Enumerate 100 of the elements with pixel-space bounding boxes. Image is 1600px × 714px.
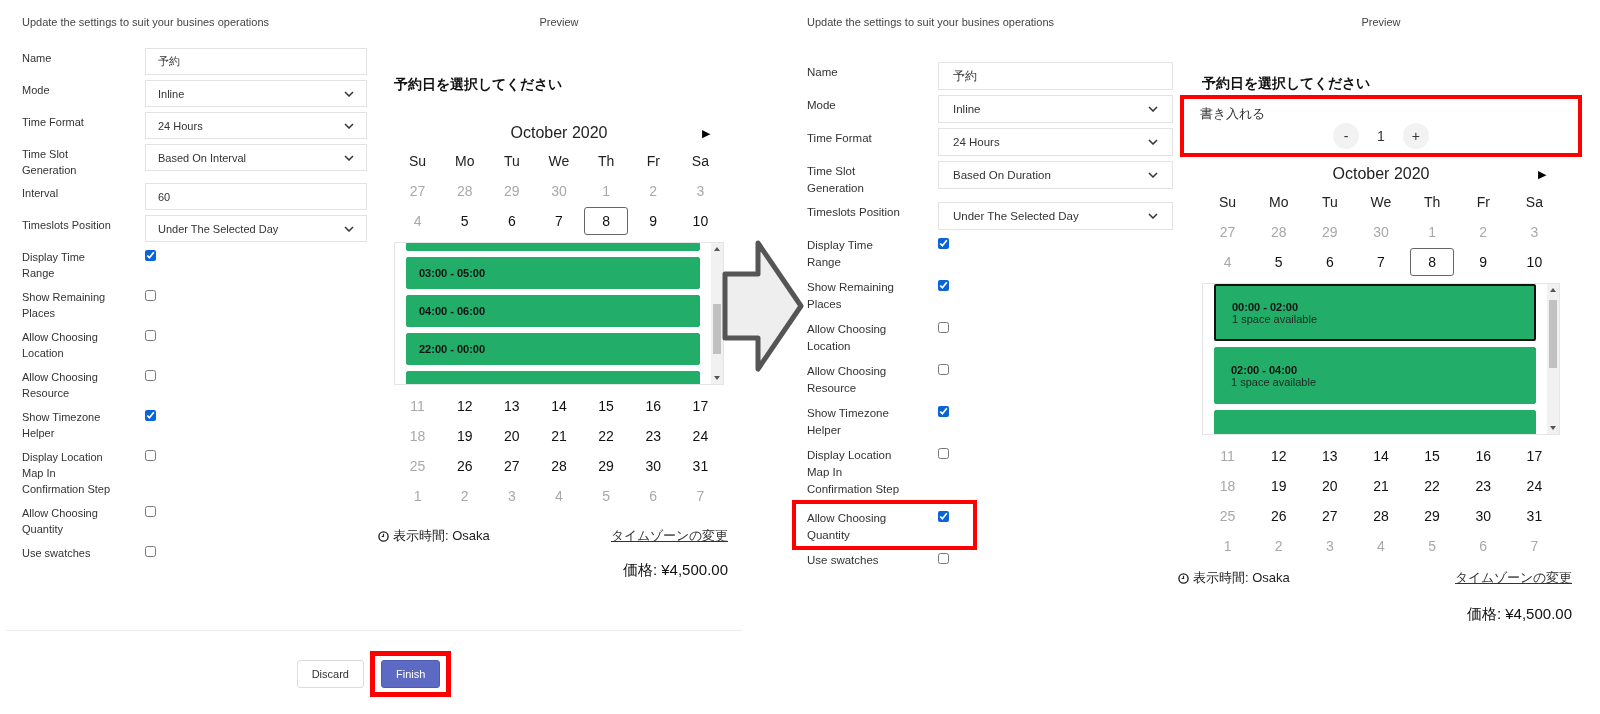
calendar-day[interactable]: 29 [1410,502,1455,530]
checkbox[interactable] [145,450,156,461]
dropdown[interactable]: Inline [938,95,1173,123]
calendar-day[interactable]: 15 [1410,442,1455,470]
discard-button[interactable]: Discard [296,659,364,688]
calendar-day[interactable]: 20 [1307,472,1352,500]
calendar-day[interactable]: 19 [1256,472,1301,500]
next-month-button[interactable]: ▶ [702,126,710,140]
calendar-day[interactable]: 17 [1512,442,1557,470]
calendar-day[interactable]: 9 [1461,248,1506,276]
calendar-day[interactable]: 5 [442,207,487,235]
calendar-day[interactable]: 9 [631,207,676,235]
calendar-day[interactable]: 22 [1410,472,1455,500]
checkbox[interactable] [938,406,949,417]
checkbox[interactable] [938,322,949,333]
checkbox[interactable] [938,553,949,564]
calendar-day[interactable]: 5 [1256,248,1301,276]
chevron-down-icon [1148,172,1158,178]
calendar-day[interactable]: 14 [537,392,581,420]
calendar-day[interactable]: 20 [489,422,534,450]
checkbox[interactable] [938,364,949,375]
checkbox[interactable] [145,546,156,557]
calendar-day[interactable]: 27 [1307,502,1352,530]
scroll-down-icon[interactable] [714,376,720,380]
scrollbar[interactable] [1547,284,1559,434]
checkbox[interactable] [145,410,156,421]
calendar-day[interactable]: 30 [631,452,676,480]
calendar-day[interactable]: 15 [584,392,629,420]
calendar-day[interactable]: 6 [1307,248,1352,276]
next-month-button[interactable]: ▶ [1538,167,1546,181]
calendar-day[interactable]: 12 [1256,442,1301,470]
calendar-day[interactable]: 24 [1512,472,1557,500]
calendar-day[interactable]: 29 [584,452,629,480]
dropdown[interactable]: 24 Hours [938,128,1173,156]
scrollbar[interactable] [711,243,723,384]
checkbox[interactable] [145,250,156,261]
checkbox[interactable] [938,511,949,522]
timeslot-button[interactable]: 02:00 - 04:00 1 space available [1214,347,1536,404]
checkbox[interactable] [938,448,949,459]
booking-title: 予約日を選択してください [1202,75,1371,93]
checkbox[interactable] [938,238,949,249]
calendar-day[interactable]: 13 [489,392,534,420]
timeslot-button[interactable]: 00:00 - 02:00 1 space available [1214,284,1536,341]
calendar-day[interactable]: 23 [631,422,676,450]
dropdown[interactable]: Based On Duration [938,161,1173,189]
calendar-day[interactable]: 23 [1461,472,1506,500]
calendar-day[interactable]: 22 [584,422,629,450]
scroll-down-icon[interactable] [1550,426,1556,430]
checkbox[interactable] [145,330,156,341]
calendar-day[interactable]: 14 [1359,442,1403,470]
calendar-day[interactable]: 16 [631,392,676,420]
calendar-day[interactable]: 21 [1359,472,1403,500]
checkbox[interactable] [145,290,156,301]
decrement-button[interactable]: - [1333,123,1360,149]
checkbox[interactable] [145,506,156,517]
checkbox[interactable] [938,280,949,291]
calendar-day[interactable]: 24 [678,422,723,450]
change-timezone-link[interactable]: タイムゾーンの変更 [1455,569,1572,587]
calendar-day[interactable]: 30 [1461,502,1506,530]
calendar-day[interactable]: 16 [1461,442,1506,470]
calendar-day[interactable]: 6 [489,207,534,235]
text-input[interactable]: 予約 [145,48,367,75]
dropdown[interactable]: Inline [145,80,367,107]
text-input[interactable]: 予約 [938,62,1173,90]
calendar-day[interactable]: 17 [678,392,723,420]
calendar-day[interactable]: 10 [1512,248,1557,276]
calendar-day[interactable]: 31 [1512,502,1557,530]
calendar-day[interactable]: 8 [1410,248,1455,276]
dropdown[interactable]: Under The Selected Day [145,215,367,242]
calendar-day[interactable]: 27 [489,452,534,480]
calendar-day[interactable]: 8 [584,207,629,235]
dropdown[interactable]: Based On Interval [145,144,367,171]
scrollbar-thumb[interactable] [1549,300,1557,368]
calendar-day[interactable]: 7 [537,207,581,235]
text-input[interactable]: 60 [145,183,367,210]
timeslot-button[interactable]: 03:00 - 05:00 [406,257,700,289]
dropdown[interactable]: Under The Selected Day [938,202,1173,230]
scroll-up-icon[interactable] [714,247,720,251]
calendar-day[interactable]: 10 [678,207,723,235]
field-label: Show Remaining Places [807,280,895,312]
scrollbar-thumb[interactable] [713,304,721,354]
finish-button[interactable]: Finish [380,659,441,688]
calendar-day[interactable]: 26 [442,452,487,480]
calendar-day[interactable]: 19 [442,422,487,450]
checkbox[interactable] [145,370,156,381]
calendar-day[interactable]: 13 [1307,442,1352,470]
calendar-day[interactable]: 28 [537,452,581,480]
calendar-day[interactable]: 31 [678,452,723,480]
calendar-day[interactable]: 28 [1359,502,1403,530]
timeslot-button[interactable]: 04:00 - 06:00 [406,295,700,327]
increment-button[interactable]: + [1402,123,1429,149]
clock-icon [1178,572,1189,584]
timeslot-button[interactable]: 22:00 - 00:00 [406,333,700,365]
change-timezone-link[interactable]: タイムゾーンの変更 [611,527,728,545]
calendar-day[interactable]: 26 [1256,502,1301,530]
scroll-up-icon[interactable] [1550,288,1556,292]
calendar-day[interactable]: 7 [1359,248,1403,276]
calendar-day[interactable]: 12 [442,392,487,420]
calendar-day[interactable]: 21 [537,422,581,450]
dropdown[interactable]: 24 Hours [145,112,367,139]
